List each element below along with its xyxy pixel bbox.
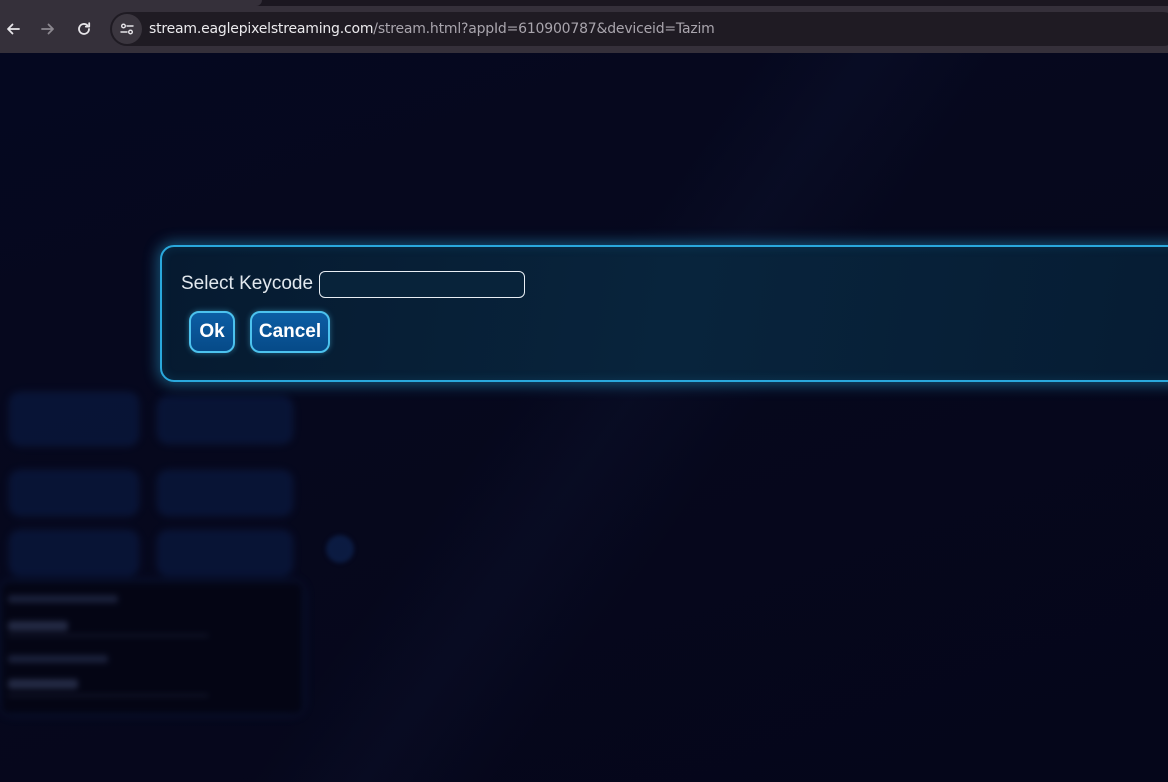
url-path: /stream.html?appId=610900787&deviceid=Ta…: [373, 21, 715, 37]
blurred-underline: [8, 695, 208, 696]
blurred-text-line: [8, 595, 118, 603]
blurred-button: [10, 531, 138, 575]
address-bar[interactable]: stream.eaglepixelstreaming.com/stream.ht…: [110, 12, 1168, 46]
blurred-button: [10, 393, 138, 445]
select-keycode-label: Select Keycode: [181, 273, 314, 294]
back-button[interactable]: [0, 16, 26, 42]
blurred-text-line: [8, 621, 68, 631]
blurred-button: [10, 471, 138, 515]
stream-page: Select Keycode Ok Cancel: [0, 53, 1168, 782]
blurred-settings-box: [2, 583, 302, 713]
blurred-text-line: [8, 655, 108, 663]
blurred-button: [158, 531, 292, 575]
cancel-button[interactable]: Cancel: [250, 311, 330, 353]
arrow-left-icon: [7, 23, 20, 35]
blurred-text-line: [8, 679, 78, 689]
browser-toolbar: stream.eaglepixelstreaming.com/stream.ht…: [0, 6, 1168, 53]
blurred-circle: [326, 535, 354, 563]
site-info-button[interactable]: [112, 14, 142, 44]
reload-icon: [78, 22, 91, 35]
ok-button[interactable]: Ok: [189, 311, 235, 353]
keycode-dialog: Select Keycode Ok Cancel: [160, 245, 1168, 382]
blurred-button: [158, 471, 292, 515]
url-host: stream.eaglepixelstreaming.com: [149, 21, 374, 37]
blurred-button: [158, 397, 292, 443]
arrow-right-icon: [41, 23, 54, 35]
blurred-underline: [8, 635, 208, 636]
blurred-background-panel: [0, 393, 308, 717]
url-text[interactable]: stream.eaglepixelstreaming.com/stream.ht…: [149, 21, 715, 37]
forward-button[interactable]: [35, 16, 61, 42]
reload-button[interactable]: [71, 16, 97, 42]
tune-icon: [120, 23, 134, 35]
keycode-input[interactable]: [319, 271, 525, 298]
